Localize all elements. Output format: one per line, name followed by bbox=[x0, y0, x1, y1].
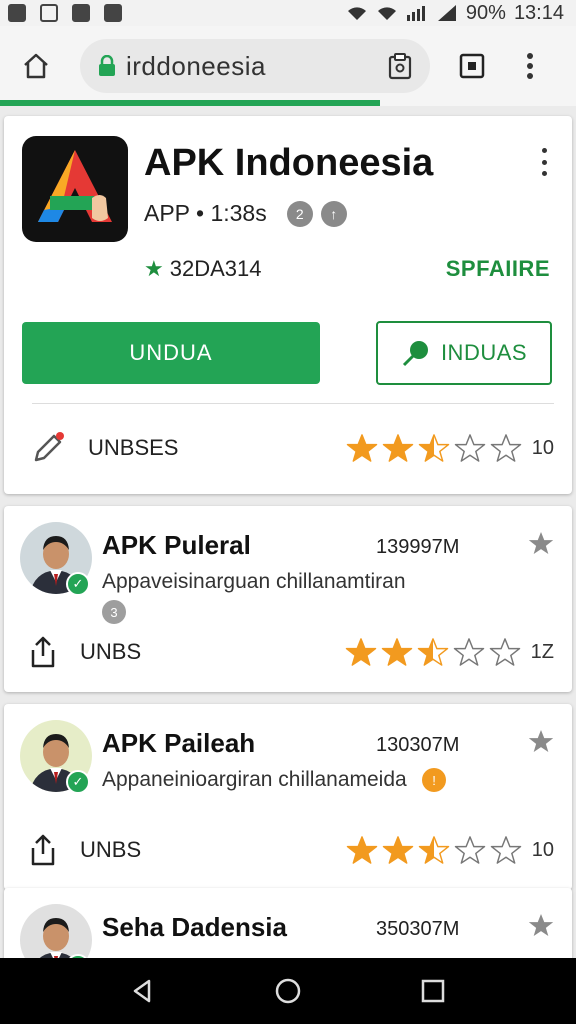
item-size: 350307M bbox=[376, 918, 460, 940]
download-notification-icon bbox=[104, 4, 122, 22]
review-label: UNBSES bbox=[88, 435, 179, 460]
recents-icon[interactable] bbox=[419, 977, 447, 1005]
item-title: APK Paileah bbox=[102, 728, 256, 758]
star-half-icon[interactable] bbox=[417, 637, 449, 667]
star-half-icon[interactable] bbox=[418, 835, 450, 865]
secondary-install-button[interactable]: INDUAS bbox=[376, 321, 552, 385]
edit-icon[interactable] bbox=[30, 430, 66, 466]
share-icon[interactable] bbox=[28, 636, 58, 668]
divider bbox=[32, 403, 554, 404]
more-vert-icon bbox=[527, 53, 533, 79]
tab-switcher-icon bbox=[459, 53, 485, 79]
home-icon bbox=[24, 53, 48, 79]
star-empty-icon[interactable] bbox=[489, 637, 521, 667]
system-nav-bar bbox=[0, 958, 576, 1024]
home-button[interactable] bbox=[14, 44, 58, 88]
image-notification-icon bbox=[40, 4, 58, 22]
rating-text: 32DA314 bbox=[169, 256, 262, 281]
wifi-icon bbox=[347, 7, 366, 21]
item-description-text: Appaneinioargiran chillanameida bbox=[102, 768, 407, 791]
meta-badge-2: ↑ bbox=[320, 200, 347, 227]
status-bar: 90% 13:14 bbox=[0, 0, 576, 26]
star-half-icon[interactable] bbox=[418, 433, 450, 463]
item-size: 130307M bbox=[376, 734, 460, 756]
favorite-star-icon[interactable] bbox=[528, 530, 554, 556]
star-full-icon[interactable] bbox=[346, 433, 378, 463]
verified-badge-icon: ✓ bbox=[66, 770, 90, 794]
item-badge: 3 bbox=[102, 600, 126, 624]
clock: 13:14 bbox=[513, 1, 564, 24]
clipboard-icon[interactable] bbox=[386, 52, 414, 80]
item-footer-label: UNBS bbox=[80, 639, 142, 664]
lock-icon bbox=[99, 55, 115, 76]
app-menu-button[interactable] bbox=[538, 148, 550, 176]
secondary-install-label: INDUAS bbox=[440, 340, 528, 365]
star-rating[interactable]: 10 bbox=[346, 433, 554, 463]
url-text: irddoneesia bbox=[126, 50, 266, 81]
star-full-icon[interactable] bbox=[382, 433, 414, 463]
app-detail-card: APK Indoneesia APP • 1:38s 2 ↑ ★ 32DA314… bbox=[4, 116, 572, 494]
item-title: Seha Dadensia bbox=[102, 912, 287, 942]
list-item[interactable]: ✓ APK Puleral 139997M Appaveisinarguan chil… bbox=[4, 506, 572, 692]
app-meta-text: APP • 1:38s bbox=[144, 200, 267, 226]
star-full-icon[interactable] bbox=[382, 835, 414, 865]
star-full-icon[interactable] bbox=[346, 835, 378, 865]
rating-count: 10 bbox=[531, 436, 554, 459]
notification-icons bbox=[8, 4, 122, 22]
verified-badge-icon: ✓ bbox=[66, 572, 90, 596]
wifi-icon bbox=[377, 7, 396, 21]
app-meta: APP • 1:38s 2 ↑ bbox=[144, 200, 347, 227]
item-title: APK Puleral bbox=[102, 530, 251, 560]
browser-toolbar: irddoneesia bbox=[0, 26, 576, 106]
item-size: 139997M bbox=[376, 536, 460, 558]
item-description-text: Appaveisinarguan chillanamtiran bbox=[102, 570, 406, 593]
photo-notification-icon bbox=[8, 4, 26, 22]
app-logo bbox=[22, 136, 128, 242]
primary-download-button[interactable]: UNDUA bbox=[22, 322, 320, 384]
battery-percent: 90% bbox=[465, 1, 506, 24]
item-footer-label: UNBS bbox=[80, 837, 142, 862]
app-title: APK Indoneesia bbox=[144, 142, 434, 184]
star-rating[interactable]: 10 bbox=[346, 835, 554, 865]
rating-count: 1Z bbox=[530, 640, 554, 663]
signal-icon bbox=[406, 6, 425, 21]
item-description: Appaneinioargiran chillanameida bbox=[102, 768, 407, 792]
pin-icon bbox=[402, 341, 428, 367]
star-full-icon[interactable] bbox=[381, 637, 413, 667]
star-empty-icon[interactable] bbox=[490, 835, 522, 865]
address-bar[interactable]: irddoneesia bbox=[80, 39, 430, 93]
item-description: Appaveisinarguan chillanamtiran bbox=[102, 570, 406, 594]
item-footer: UNBS 1Z bbox=[28, 636, 554, 668]
tabs-button[interactable] bbox=[450, 44, 494, 88]
star-empty-icon[interactable] bbox=[454, 433, 486, 463]
star-empty-icon[interactable] bbox=[453, 637, 485, 667]
star-full-icon[interactable] bbox=[345, 637, 377, 667]
favorite-star-icon[interactable] bbox=[528, 728, 554, 754]
favorite-star-icon[interactable] bbox=[528, 912, 554, 938]
star-empty-icon[interactable] bbox=[490, 433, 522, 463]
upload-notification-icon bbox=[72, 4, 90, 22]
rating-row: ★ 32DA314 bbox=[144, 256, 261, 282]
meta-badge-1: 2 bbox=[286, 200, 313, 227]
home-nav-icon[interactable] bbox=[274, 977, 302, 1005]
back-icon[interactable] bbox=[129, 977, 157, 1005]
cell-signal-icon bbox=[437, 5, 456, 21]
item-badge: ! bbox=[422, 768, 446, 792]
star-rating[interactable]: 1Z bbox=[345, 637, 554, 667]
page-load-progress bbox=[0, 100, 381, 106]
share-icon[interactable] bbox=[28, 834, 58, 866]
rating-star-icon: ★ bbox=[144, 256, 164, 281]
star-empty-icon[interactable] bbox=[454, 835, 486, 865]
list-item[interactable]: ✓ APK Paileah 130307M Appaneinioargiran chi… bbox=[4, 704, 572, 890]
rating-count: 10 bbox=[531, 838, 554, 861]
review-row: UNBSES 10 bbox=[30, 430, 554, 466]
secondary-link[interactable]: SPFAIIRE bbox=[446, 256, 550, 282]
item-footer: UNBS 10 bbox=[28, 834, 554, 866]
browser-menu-button[interactable] bbox=[508, 44, 552, 88]
